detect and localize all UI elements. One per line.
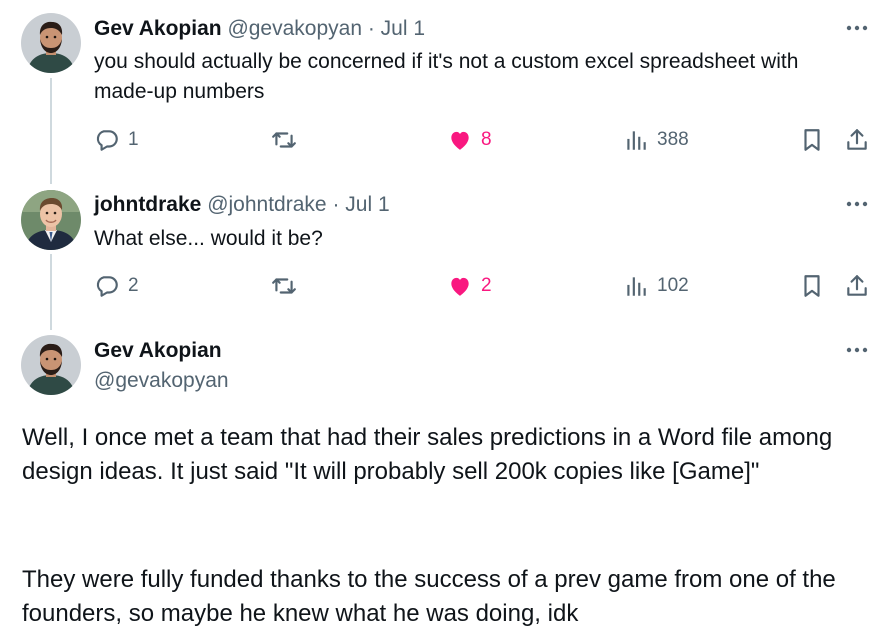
tweet-date[interactable]: · Jul 1 [368,17,425,40]
heart-icon [447,273,473,299]
author-name[interactable]: Gev Akopian [94,338,222,364]
retweet-button[interactable] [271,125,297,155]
retweet-icon [271,127,297,153]
more-icon[interactable] [842,337,872,363]
author-name[interactable]: johntdrake [94,193,201,216]
action-bar: 2 2 102 [94,271,874,301]
heart-icon [447,127,473,153]
tweet-header: johntdrake @johntdrake · Jul 1 [94,192,390,218]
reply-button[interactable]: 2 [94,271,139,301]
author-name[interactable]: Gev Akopian [94,17,222,40]
share-icon [844,273,870,299]
action-bar: 1 8 388 [94,125,874,155]
retweet-button[interactable] [271,271,297,301]
views-icon [623,127,649,153]
reply-button[interactable]: 1 [94,125,139,155]
views-button[interactable]: 388 [623,125,689,155]
like-button[interactable]: 8 [447,125,492,155]
tweet-date[interactable]: · Jul 1 [332,193,389,216]
views-count: 388 [657,129,689,150]
avatar[interactable] [21,190,81,250]
tweet-paragraph: Well, I once met a team that had their s… [22,424,833,485]
bookmark-button[interactable] [799,125,825,155]
avatar[interactable] [21,13,81,73]
views-button[interactable]: 102 [623,271,689,301]
like-count: 8 [481,129,492,150]
views-icon [623,273,649,299]
thread-line [50,78,52,184]
reply-count: 1 [128,129,139,150]
share-icon [844,127,870,153]
more-icon[interactable] [842,191,872,217]
tweet-paragraph: They were fully funded thanks to the suc… [22,566,836,627]
like-button[interactable]: 2 [447,271,492,301]
share-button[interactable] [844,125,870,155]
more-icon[interactable] [842,15,872,41]
tweet-text: What else... would it be? [94,227,323,250]
tweet-text: you should actually be concerned if it's… [94,50,799,103]
share-button[interactable] [844,271,870,301]
bookmark-button[interactable] [799,271,825,301]
thread-line [50,254,52,330]
avatar[interactable] [21,335,81,395]
bookmark-icon [799,273,825,299]
bookmark-icon [799,127,825,153]
views-count: 102 [657,275,689,296]
author-handle[interactable]: @johntdrake [207,193,326,216]
author-handle[interactable]: @gevakopyan [94,368,229,394]
like-count: 2 [481,275,492,296]
reply-count: 2 [128,275,139,296]
retweet-icon [271,273,297,299]
reply-icon [94,273,120,299]
author-handle[interactable]: @gevakopyan [227,17,362,40]
reply-icon [94,127,120,153]
tweet-header: Gev Akopian @gevakopyan · Jul 1 [94,16,425,42]
